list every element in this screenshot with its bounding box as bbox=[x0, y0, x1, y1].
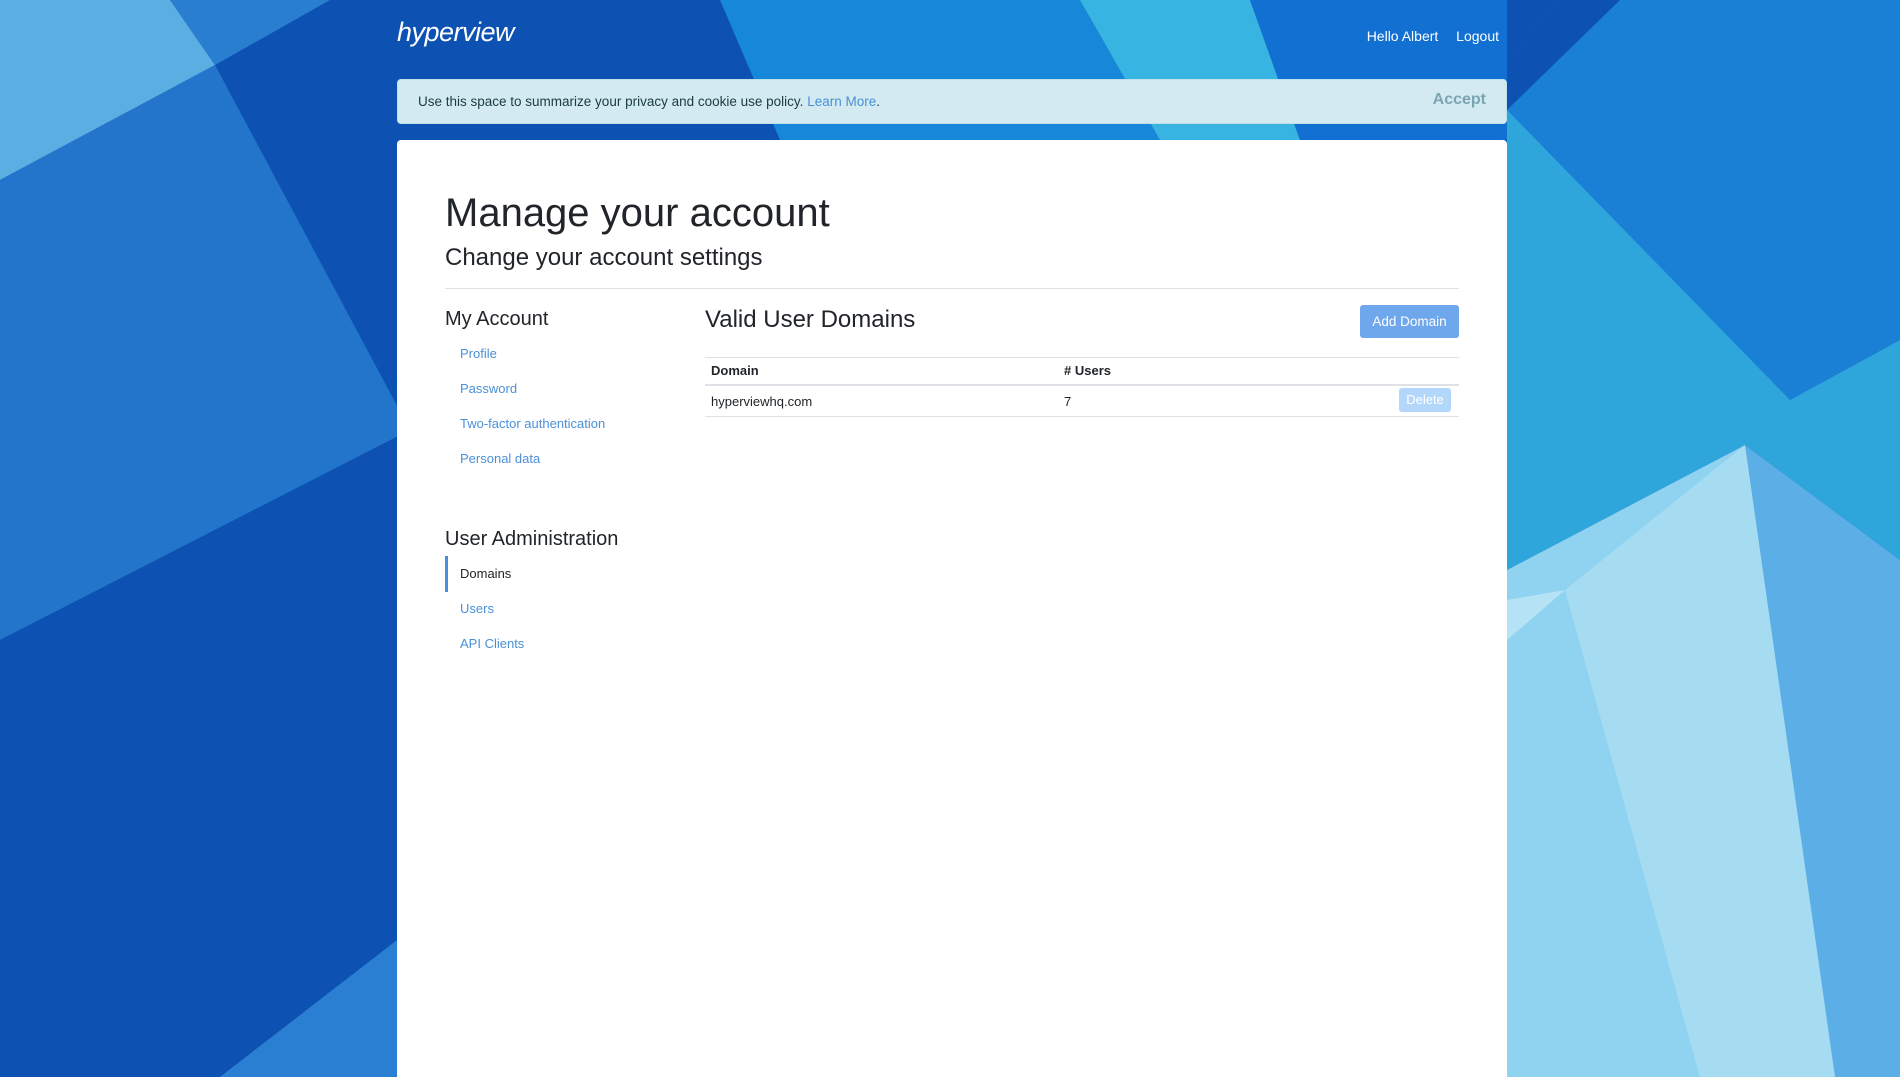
table-header-row: Domain # Users bbox=[705, 358, 1459, 384]
user-count-cell: 7 bbox=[1064, 394, 1072, 409]
sidebar-item-users[interactable]: Users bbox=[460, 601, 494, 616]
hello-user-link[interactable]: Hello Albert bbox=[1367, 28, 1439, 44]
domain-cell: hyperviewhq.com bbox=[711, 394, 813, 409]
user-administration-heading: User Administration bbox=[445, 528, 619, 550]
learn-more-link[interactable]: Learn More bbox=[807, 94, 876, 109]
sidebar-item-personal-data[interactable]: Personal data bbox=[460, 451, 540, 466]
logo-text: hyperview bbox=[397, 17, 516, 47]
accept-cookies-button[interactable]: Accept bbox=[1433, 91, 1486, 109]
user-nav: Hello Albert Logout bbox=[1353, 28, 1499, 44]
divider bbox=[445, 288, 1459, 289]
logout-link[interactable]: Logout bbox=[1456, 28, 1499, 44]
sidebar-item-two-factor[interactable]: Two-factor authentication bbox=[460, 416, 605, 431]
cookie-message-period: . bbox=[876, 94, 880, 109]
cookie-consent-banner: Use this space to summarize your privacy… bbox=[397, 79, 1507, 124]
account-card: Manage your account Change your account … bbox=[397, 140, 1507, 1077]
page-subtitle: Change your account settings bbox=[445, 244, 763, 271]
top-navbar: hyperview Hello Albert Logout bbox=[397, 0, 1507, 79]
sidebar-item-domains[interactable]: Domains bbox=[460, 566, 511, 581]
sidebar-item-profile[interactable]: Profile bbox=[460, 346, 497, 361]
active-indicator bbox=[445, 556, 448, 592]
domains-table: Domain # Users hyperviewhq.com 7 Delete bbox=[705, 357, 1459, 417]
page-container: hyperview Hello Albert Logout Use this s… bbox=[397, 0, 1507, 1077]
column-header-users: # Users bbox=[1064, 363, 1111, 378]
add-domain-button[interactable]: Add Domain bbox=[1360, 305, 1459, 338]
my-account-heading: My Account bbox=[445, 308, 549, 330]
sidebar-item-api-clients[interactable]: API Clients bbox=[460, 636, 524, 651]
delete-domain-button[interactable]: Delete bbox=[1399, 388, 1451, 412]
table-bottom-border bbox=[705, 416, 1459, 417]
page-title: Manage your account bbox=[445, 191, 830, 235]
table-row: hyperviewhq.com 7 Delete bbox=[705, 386, 1459, 416]
hyperview-logo[interactable]: hyperview bbox=[397, 14, 517, 54]
cookie-message: Use this space to summarize your privacy… bbox=[418, 94, 804, 109]
column-header-domain: Domain bbox=[711, 363, 759, 378]
sidebar-item-password[interactable]: Password bbox=[460, 381, 517, 396]
cookie-policy-text: Use this space to summarize your privacy… bbox=[418, 94, 880, 109]
section-heading: Valid User Domains bbox=[705, 306, 916, 333]
